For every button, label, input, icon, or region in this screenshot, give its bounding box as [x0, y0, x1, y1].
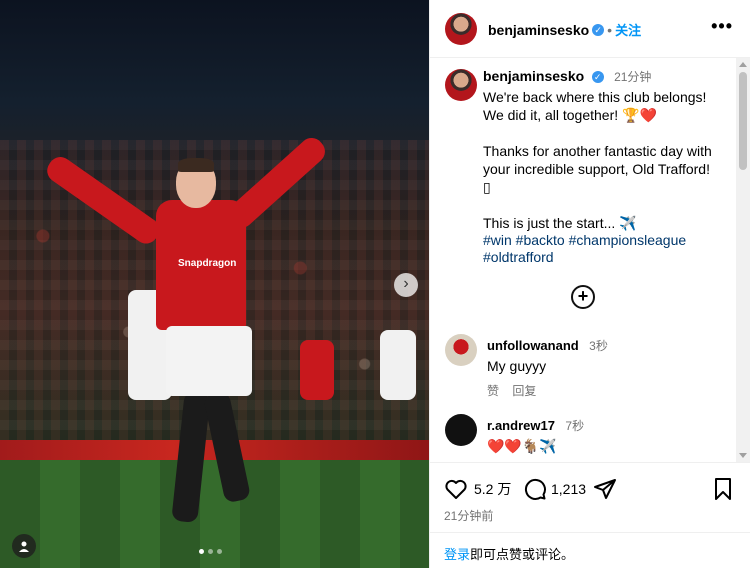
comment-time: 3秒: [589, 339, 608, 353]
heart-icon[interactable]: [444, 477, 468, 501]
comments-section[interactable]: benjaminsesko ✓ 21分钟 We're back where th…: [430, 58, 736, 462]
add-comment-icon[interactable]: +: [571, 285, 595, 309]
comment-username[interactable]: unfollowanand: [487, 338, 579, 353]
more-icon[interactable]: •••: [711, 16, 733, 37]
post-panel: benjaminsesko ✓ • 关注 ••• benjaminsesko ✓…: [429, 0, 750, 568]
sponsor-text: Snapdragon: [178, 258, 237, 269]
caption-avatar[interactable]: [445, 69, 477, 101]
scroll-thumb[interactable]: [739, 72, 747, 170]
comment-username[interactable]: r.andrew17: [487, 418, 555, 433]
save-action: [713, 477, 733, 501]
comment-time: 7秒: [565, 419, 585, 433]
user-tag-icon[interactable]: [12, 534, 36, 558]
chevron-right-icon[interactable]: ›: [394, 273, 418, 297]
carousel-dots: [199, 549, 222, 554]
carousel-dot: [217, 549, 222, 554]
like-count: 5.2 万: [474, 481, 512, 497]
caption-time: 21分钟: [614, 70, 652, 84]
post-photo[interactable]: Snapdragon ›: [0, 0, 429, 568]
scroll-up-icon[interactable]: [739, 62, 747, 67]
caption-text: We're back where this club belongs! We d…: [483, 89, 712, 231]
login-prompt: 登录即可点赞或评论。: [430, 532, 750, 568]
commenter-avatar[interactable]: [445, 414, 477, 446]
save-icon[interactable]: [713, 477, 733, 501]
post-header: benjaminsesko ✓ • 关注 •••: [430, 0, 750, 58]
separator: •: [607, 21, 613, 38]
comment-text: ❤️❤️🐐✈️: [487, 438, 557, 454]
background-player-right-white: [380, 330, 416, 400]
comment-reply-button[interactable]: 回复: [512, 384, 536, 398]
share-icon[interactable]: [593, 477, 617, 501]
login-link[interactable]: 登录: [444, 547, 470, 562]
comment-text: My guyyy: [487, 358, 547, 374]
author-avatar[interactable]: [445, 13, 477, 45]
comment-icon[interactable]: [523, 477, 547, 501]
carousel-dot: [208, 549, 213, 554]
like-action: 5.2 万: [444, 477, 511, 501]
commenter-avatar[interactable]: [445, 334, 477, 366]
share-action: [593, 477, 617, 501]
post-time: 21分钟前: [444, 509, 494, 523]
comment-action: 1,213: [523, 477, 586, 501]
comment-like-button[interactable]: 赞: [487, 384, 499, 398]
background-player-right-red: [300, 340, 334, 400]
comment-item: r.andrew17 7秒 ❤️❤️🐐✈️ 赞 回复: [487, 417, 727, 462]
verified-badge-icon: ✓: [591, 71, 604, 83]
author-username[interactable]: benjaminsesko: [488, 22, 589, 38]
verified-badge-icon: ✓: [592, 23, 605, 36]
follow-button[interactable]: 关注: [615, 20, 641, 39]
carousel-dot-active: [199, 549, 204, 554]
hashtags-line-2[interactable]: #oldtrafford: [483, 249, 723, 266]
comment-item: unfollowanand 3秒 My guyyy 赞 回复: [487, 337, 727, 399]
login-prompt-text: 即可点赞或评论。: [470, 547, 575, 562]
scroll-down-icon[interactable]: [739, 453, 747, 458]
post-actions: 5.2 万 1,213 21分钟前: [430, 462, 750, 532]
caption: benjaminsesko ✓ 21分钟 We're back where th…: [483, 68, 723, 266]
comment-count: 1,213: [551, 481, 587, 497]
hashtags-line-1[interactable]: #win #backto #championsleague: [483, 232, 723, 249]
caption-username[interactable]: benjaminsesko: [483, 68, 584, 84]
comments-scrollbar[interactable]: [736, 58, 750, 462]
